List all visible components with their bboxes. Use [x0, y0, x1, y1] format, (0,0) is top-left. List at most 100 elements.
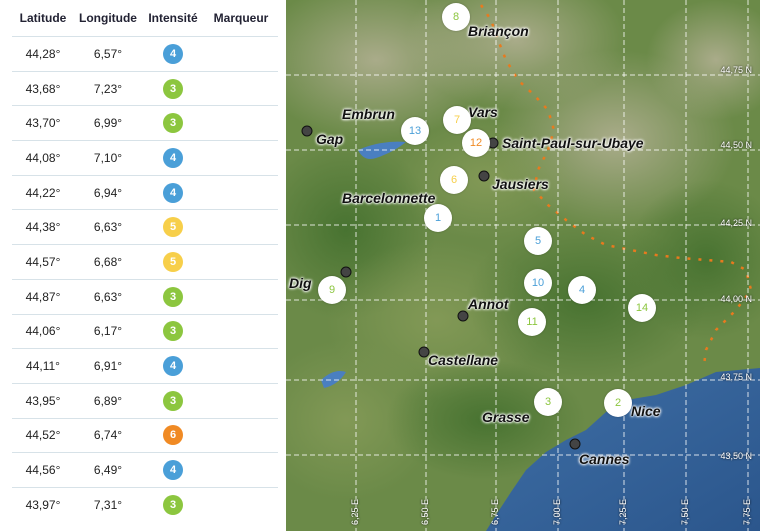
cell-marker: [204, 70, 278, 106]
map-marker[interactable]: 3: [534, 388, 562, 416]
table-row[interactable]: 44,28° 6,57° 4: [12, 36, 278, 72]
cell-longitude: 6,89°: [74, 382, 142, 419]
map-marker[interactable]: 8: [442, 3, 470, 31]
map-marker[interactable]: 1: [424, 204, 452, 232]
intensity-badge: 6: [163, 425, 183, 446]
map-marker[interactable]: 11: [518, 308, 546, 336]
cell-marker: [204, 278, 278, 314]
map-marker[interactable]: 5: [524, 227, 552, 255]
cell-marker: [204, 209, 278, 245]
cell-marker: [204, 105, 278, 141]
city-dot: [478, 170, 490, 182]
cell-latitude: 44,57°: [12, 244, 74, 280]
cell-latitude: 44,22°: [12, 174, 74, 210]
cell-longitude: 6,94°: [74, 174, 142, 210]
cell-marker: [204, 486, 278, 522]
city-label: Saint-Paul-sur-Ubaye: [502, 135, 644, 151]
cell-latitude: 44,56°: [12, 452, 74, 488]
intensity-badge: 3: [163, 390, 183, 411]
table-row[interactable]: 44,11° 6,91° 4: [12, 348, 278, 384]
cell-latitude: 43,97°: [12, 486, 74, 522]
table-row[interactable]: 44,57° 6,68° 5: [12, 244, 278, 280]
city-dot: [569, 438, 581, 450]
cell-intensity: 3: [142, 382, 204, 419]
map-marker[interactable]: 14: [628, 294, 656, 322]
cell-longitude: 7,10°: [74, 140, 142, 176]
cell-longitude: 6,49°: [74, 452, 142, 488]
cell-latitude: 44,52°: [12, 417, 74, 453]
cell-latitude: 44,87°: [12, 278, 74, 314]
table-row[interactable]: 43,95° 6,89° 3: [12, 382, 278, 419]
table-row[interactable]: 44,06° 6,17° 3: [12, 313, 278, 349]
cell-marker: [204, 452, 278, 488]
city-label: Briançon: [468, 23, 529, 39]
city-dot: [457, 310, 469, 322]
table-row[interactable]: 43,70° 6,99° 3: [12, 105, 278, 141]
table-row[interactable]: 43,68° 7,23° 3: [12, 70, 278, 106]
intensity-badge: 4: [163, 356, 183, 377]
longitude-grid-label: 7,75 E: [742, 498, 752, 525]
city-dot: [301, 125, 313, 137]
intensity-badge: 5: [163, 217, 183, 238]
cell-longitude: 6,63°: [74, 278, 142, 314]
cell-marker: [204, 140, 278, 176]
city-label: Barcelonnette: [342, 190, 436, 206]
table-row[interactable]: 43,97° 7,31° 3: [12, 486, 278, 522]
cell-longitude: 7,23°: [74, 70, 142, 106]
cell-marker: [204, 348, 278, 384]
city-label: Dig: [289, 275, 312, 291]
cell-marker: [204, 382, 278, 419]
cell-marker: [204, 36, 278, 72]
table-row[interactable]: 44,08° 7,10° 4: [12, 140, 278, 176]
table-header-row: Latitude Longitude Intensité Marqueur: [12, 0, 278, 37]
map-marker[interactable]: 7: [443, 106, 471, 134]
map-marker[interactable]: 13: [401, 117, 429, 145]
header-latitude[interactable]: Latitude: [12, 0, 74, 37]
city-label: Annot: [468, 296, 509, 312]
longitude-grid-label: 6,25 E: [350, 498, 360, 525]
cell-intensity: 5: [142, 244, 204, 280]
header-longitude[interactable]: Longitude: [74, 0, 142, 37]
cell-marker: [204, 244, 278, 280]
map-marker[interactable]: 2: [604, 389, 632, 417]
table-row[interactable]: 44,87° 6,63° 3: [12, 278, 278, 314]
cell-latitude: 43,68°: [12, 70, 74, 106]
header-intensity[interactable]: Intensité: [142, 0, 204, 37]
header-marker[interactable]: Marqueur: [204, 0, 278, 37]
map-marker[interactable]: 12: [462, 129, 490, 157]
intensity-badge: 4: [163, 182, 183, 203]
table-row[interactable]: 44,38° 6,63° 5: [12, 209, 278, 245]
cell-latitude: 44,06°: [12, 313, 74, 349]
cell-latitude: 43,95°: [12, 382, 74, 419]
latitude-grid-label: 44,75 N: [720, 65, 752, 75]
cell-intensity: 6: [142, 417, 204, 453]
cell-marker: [204, 417, 278, 453]
intensity-badge: 3: [163, 78, 183, 99]
intensity-badge: 4: [163, 147, 183, 168]
city-dot: [340, 266, 352, 278]
seismic-data-table: Latitude Longitude Intensité Marqueur 44…: [12, 0, 278, 522]
cell-intensity: 3: [142, 70, 204, 106]
map-marker[interactable]: 9: [318, 276, 346, 304]
table-row[interactable]: 44,22° 6,94° 4: [12, 174, 278, 210]
city-label: Nice: [631, 403, 661, 419]
cell-intensity: 3: [142, 486, 204, 522]
city-label: Vars: [468, 104, 498, 120]
cell-marker: [204, 174, 278, 210]
cell-longitude: 6,68°: [74, 244, 142, 280]
table-row[interactable]: 44,52° 6,74° 6: [12, 417, 278, 453]
intensity-badge: 3: [163, 113, 183, 134]
city-label: Cannes: [579, 451, 630, 467]
table-row[interactable]: 44,56° 6,49° 4: [12, 452, 278, 488]
map-marker[interactable]: 4: [568, 276, 596, 304]
latitude-grid-label: 44,50 N: [720, 140, 752, 150]
cell-intensity: 4: [142, 140, 204, 176]
cell-longitude: 6,99°: [74, 105, 142, 141]
map-marker[interactable]: 10: [524, 269, 552, 297]
map-background: [286, 0, 760, 531]
map-marker[interactable]: 6: [440, 166, 468, 194]
longitude-grid-label: 7,25 E: [618, 498, 628, 525]
cell-longitude: 7,31°: [74, 486, 142, 522]
map-view[interactable]: Briançon Embrun Vars Gap Saint-Paul-sur-Ubay…: [286, 0, 760, 531]
city-label: Grasse: [482, 409, 530, 425]
